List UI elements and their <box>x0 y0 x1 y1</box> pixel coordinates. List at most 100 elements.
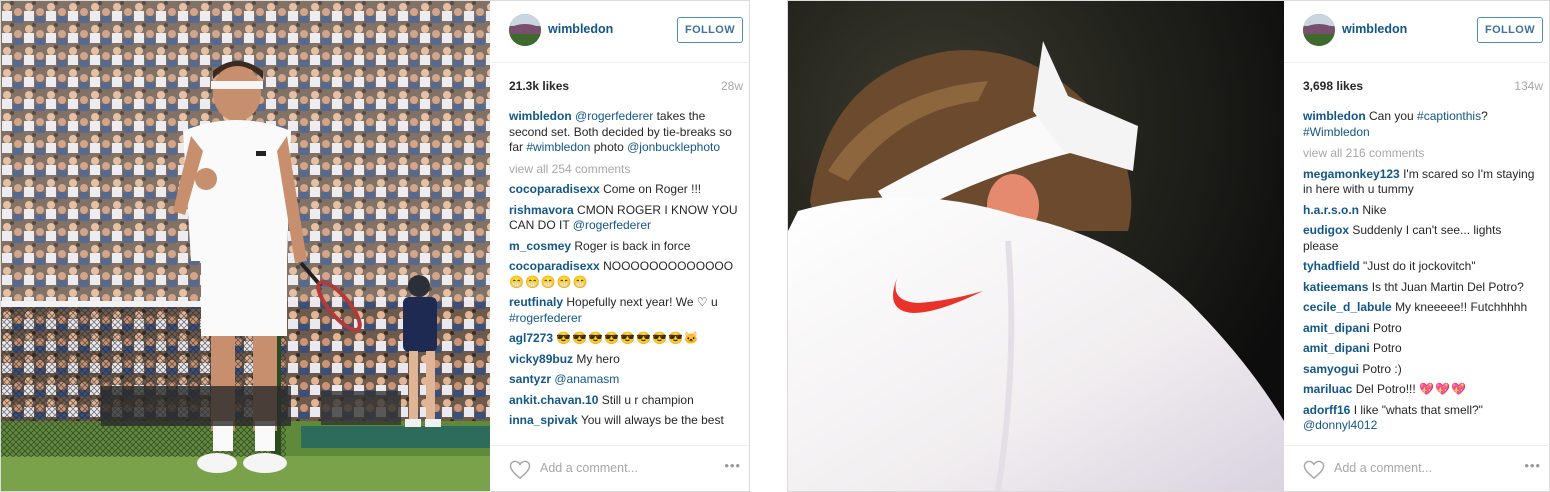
post-1-timestamp: 28w <box>720 79 743 93</box>
comment-emoji: 😁😁😁😁😁 <box>509 274 589 289</box>
caption-hashtag[interactable]: #captionthis <box>1417 109 1481 123</box>
comment-user[interactable]: inna_spivak <box>509 413 578 427</box>
heart-icon[interactable] <box>1303 460 1325 480</box>
post-1-likes-count[interactable]: 21.3k likes <box>509 79 569 93</box>
comment-user[interactable]: reutfinaly <box>509 295 563 309</box>
comment-text: Del Potro!!! <box>1355 382 1416 396</box>
post-2-view-all-comments[interactable]: view all 216 comments <box>1303 146 1539 162</box>
comment-emoji: 😎😎😎😎😎😎😎😎🐱 <box>556 331 700 345</box>
comment-user[interactable]: ankit.chavan.10 <box>509 393 598 407</box>
comment: cecile_d_labule My kneeeee!! Futchhhhh <box>1303 300 1539 316</box>
add-comment-input[interactable]: Add a comment... <box>1334 461 1432 475</box>
comment: m_cosmey Roger is back in force <box>509 239 739 255</box>
instagram-post-2: wimbledon FOLLOW 3,698 likes 134w wimble… <box>787 0 1550 492</box>
wimbledon-avatar-image <box>509 14 541 46</box>
comment: katieemans Is tht Juan Martin Del Potro? <box>1303 280 1539 296</box>
comment-mention[interactable]: @anamasm <box>554 372 619 386</box>
avatar-icon[interactable] <box>509 14 541 46</box>
post-2-comments-list: wimbledon Can you #captionthis? #Wimbled… <box>1303 109 1539 439</box>
post-2-timestamp: 134w <box>1514 79 1543 93</box>
comment-user[interactable]: adorff16 <box>1303 403 1350 417</box>
add-comment-input[interactable]: Add a comment... <box>540 461 638 475</box>
caption-hashtag[interactable]: #wimbledon <box>526 140 590 154</box>
comment-text: Potro <box>1373 341 1402 355</box>
post-1-caption: wimbledon @rogerfederer takes the second… <box>509 109 739 156</box>
post-1-view-all-comments[interactable]: view all 254 comments <box>509 162 739 178</box>
instagram-post-1: wimbledon FOLLOW 21.3k likes 28w wimbled… <box>0 0 751 492</box>
post-2-likes-count[interactable]: 3,698 likes <box>1303 79 1363 93</box>
comment-user[interactable]: megamonkey123 <box>1303 167 1400 181</box>
federer-celebration-image <box>1 1 490 491</box>
comment: adorff16 I like "whats that smell?" @donn… <box>1303 403 1539 434</box>
comment-user[interactable]: tyhadfield <box>1303 259 1360 273</box>
caption-mention[interactable]: @rogerfederer <box>575 109 653 123</box>
post-2-username[interactable]: wimbledon <box>1342 22 1407 36</box>
comment-emoji: 💖💖💖 <box>1419 382 1467 396</box>
comment: mariluac Del Potro!!! 💖💖💖 <box>1303 382 1539 398</box>
post-1-follow-button[interactable]: FOLLOW <box>677 17 743 43</box>
comment-text: Hopefully next year! We ♡ u <box>566 295 718 309</box>
comment-user[interactable]: m_cosmey <box>509 239 571 253</box>
more-options-icon[interactable]: ••• <box>724 458 741 473</box>
post-2-header: wimbledon FOLLOW <box>1284 1 1550 63</box>
comment-user[interactable]: amit_dipani <box>1303 341 1370 355</box>
comment: reutfinaly Hopefully next year! We ♡ u #… <box>509 295 739 326</box>
post-1-username[interactable]: wimbledon <box>548 22 613 36</box>
comment-user[interactable]: samyogui <box>1303 362 1359 376</box>
comment-text: You will always be the best <box>580 413 724 427</box>
comment: rishmavora CMON ROGER I KNOW YOU CAN DO … <box>509 203 739 234</box>
wimbledon-avatar-image <box>1303 14 1335 46</box>
post-2-follow-button[interactable]: FOLLOW <box>1477 17 1543 43</box>
comment-text: Potro :) <box>1362 361 1402 376</box>
post-1-photo[interactable] <box>1 1 490 491</box>
comment: agl7273 😎😎😎😎😎😎😎😎🐱 <box>509 331 739 347</box>
comment-user[interactable]: rishmavora <box>509 203 574 217</box>
comment-text: Is tht Juan Martin Del Potro? <box>1371 279 1524 294</box>
comment-text: My hero <box>576 351 620 366</box>
comment-text: "Just do it jockovitch" <box>1363 259 1476 273</box>
player-shirt-over-face-image <box>788 1 1284 491</box>
comment-user[interactable]: h.a.r.s.o.n <box>1303 203 1359 217</box>
caption-hashtag-2[interactable]: #Wimbledon <box>1303 125 1370 139</box>
comment-user[interactable]: cocoparadisexx <box>509 182 600 196</box>
comment-user[interactable]: mariluac <box>1303 382 1352 396</box>
post-2-photo[interactable] <box>788 1 1284 491</box>
post-2-meta: 3,698 likes 134w <box>1303 79 1543 95</box>
comment-text: I like "whats that smell?" <box>1353 402 1483 417</box>
comment-text: Come on Roger !!! <box>603 182 702 196</box>
caption-author[interactable]: wimbledon <box>509 109 572 123</box>
post-1-side-panel: wimbledon FOLLOW 21.3k likes 28w wimbled… <box>490 1 751 491</box>
comment: megamonkey123 I'm scared so I'm staying … <box>1303 167 1539 198</box>
post-1-comments-list: wimbledon @rogerfederer takes the second… <box>509 109 739 439</box>
avatar-icon[interactable] <box>1303 14 1335 46</box>
more-options-icon[interactable]: ••• <box>1524 458 1541 473</box>
comment-user[interactable]: agl7273 <box>509 331 553 345</box>
comment: inna_spivak You will always be the best <box>509 413 739 429</box>
comment-user[interactable]: amit_dipani <box>1303 321 1370 335</box>
comment-user[interactable]: santyzr <box>509 372 551 386</box>
caption-text: Can you <box>1365 109 1418 123</box>
heart-icon[interactable] <box>509 460 531 480</box>
comment-user[interactable]: katieemans <box>1303 280 1368 294</box>
comment-user[interactable]: vicky89buz <box>509 352 573 366</box>
comment: eudigox Suddenly I can't see... lights p… <box>1303 223 1539 254</box>
caption-credit-mention[interactable]: @jonbucklephoto <box>627 140 720 154</box>
comment-mention[interactable]: @rogerfederer <box>573 218 651 232</box>
post-1-header: wimbledon FOLLOW <box>490 1 751 63</box>
comment-text: Still u r champion <box>601 392 694 407</box>
post-2-caption: wimbledon Can you #captionthis? #Wimbled… <box>1303 109 1539 140</box>
post-2-footer: Add a comment... ••• <box>1284 445 1550 491</box>
comment-user[interactable]: eudigox <box>1303 223 1349 237</box>
comment-text: Potro <box>1373 320 1402 335</box>
comment: amit_dipani Potro <box>1303 341 1539 357</box>
comment: vicky89buz My hero <box>509 352 739 368</box>
comment-mention[interactable]: @donnyl4012 <box>1303 418 1377 432</box>
caption-text-2: photo <box>590 140 628 154</box>
comment-user[interactable]: cecile_d_labule <box>1303 300 1392 314</box>
comment: santyzr @anamasm <box>509 372 739 388</box>
caption-author[interactable]: wimbledon <box>1303 109 1366 123</box>
comment: h.a.r.s.o.n Nike <box>1303 203 1539 219</box>
comment-hashtag[interactable]: #rogerfederer <box>509 311 582 325</box>
comment-user[interactable]: cocoparadisexx <box>509 259 600 273</box>
post-2-side-panel: wimbledon FOLLOW 3,698 likes 134w wimble… <box>1284 1 1550 491</box>
